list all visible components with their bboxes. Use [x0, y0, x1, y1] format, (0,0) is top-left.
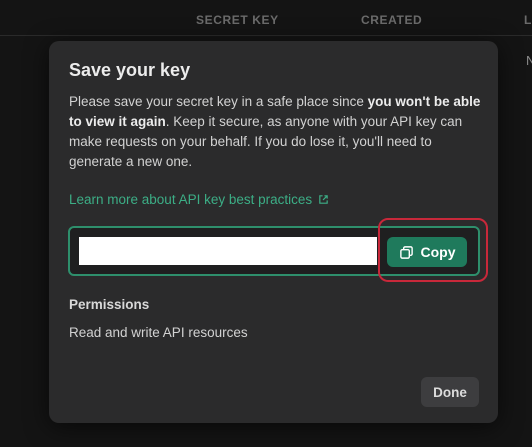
permissions-value: Read and write API resources — [69, 325, 248, 340]
done-button[interactable]: Done — [421, 377, 479, 407]
dialog-description: Please save your secret key in a safe pl… — [69, 92, 484, 172]
done-button-label: Done — [433, 384, 467, 400]
column-header-created: CREATED — [361, 13, 423, 27]
copy-icon — [399, 245, 413, 259]
table-header: SECRET KEY CREATED L — [0, 0, 532, 36]
copy-button[interactable]: Copy — [387, 237, 467, 267]
secret-key-field[interactable] — [79, 237, 377, 265]
save-key-dialog: Save your key Please save your secret ke… — [49, 41, 498, 423]
column-header-secret-key: SECRET KEY — [196, 13, 279, 27]
learn-more-link[interactable]: Learn more about API key best practices — [69, 192, 329, 207]
learn-more-label: Learn more about API key best practices — [69, 192, 313, 207]
column-header-last-used: L — [524, 13, 532, 27]
table-cell-partial: N — [526, 53, 532, 68]
description-text-1: Please save your secret key in a safe pl… — [69, 94, 368, 109]
copy-button-label: Copy — [420, 244, 456, 260]
dialog-title: Save your key — [69, 60, 191, 80]
external-link-icon — [319, 195, 328, 204]
permissions-heading: Permissions — [69, 297, 150, 312]
